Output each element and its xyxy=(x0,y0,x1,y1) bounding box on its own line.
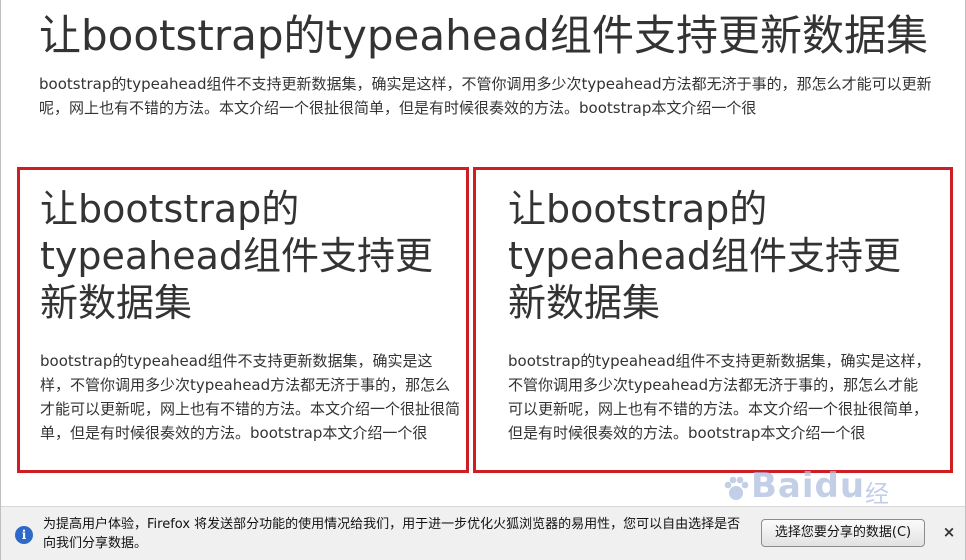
firefox-notification-bar: i 为提高用户体验，Firefox 将发送部分功能的使用情况给我们，用于进一步优… xyxy=(1,506,965,560)
left-panel-title: 让bootstrap的typeahead组件支持更新数据集 xyxy=(40,187,434,325)
right-panel-text: bootstrap的typeahead组件不支持更新数据集，确实是这样，不管你调… xyxy=(508,352,931,442)
choose-data-button[interactable]: 选择您要分享的数据(C) xyxy=(761,519,925,547)
left-preview-panel: 让bootstrap的typeahead组件支持更新数据集 bootstrap的… xyxy=(17,167,469,473)
close-icon[interactable]: × xyxy=(941,524,957,540)
article-paragraph: bootstrap的typeahead组件不支持更新数据集，确实是这样，不管你调… xyxy=(39,75,932,117)
right-preview-panel: 让bootstrap的typeahead组件支持更新数据集 bootstrap的… xyxy=(473,167,953,473)
info-icon: i xyxy=(15,526,33,544)
paw-icon xyxy=(724,476,749,500)
notification-message: 为提高用户体验，Firefox 将发送部分功能的使用情况给我们，用于进一步优化火… xyxy=(43,517,741,551)
browser-content: 让bootstrap的typeahead组件支持更新数据集 bootstrap的… xyxy=(0,0,966,560)
left-panel-text: bootstrap的typeahead组件不支持更新数据集，确实是这样，不管你调… xyxy=(40,352,461,442)
page-title: 让bootstrap的typeahead组件支持更新数据集 xyxy=(39,11,928,60)
right-panel-title: 让bootstrap的typeahead组件支持更新数据集 xyxy=(508,187,902,325)
